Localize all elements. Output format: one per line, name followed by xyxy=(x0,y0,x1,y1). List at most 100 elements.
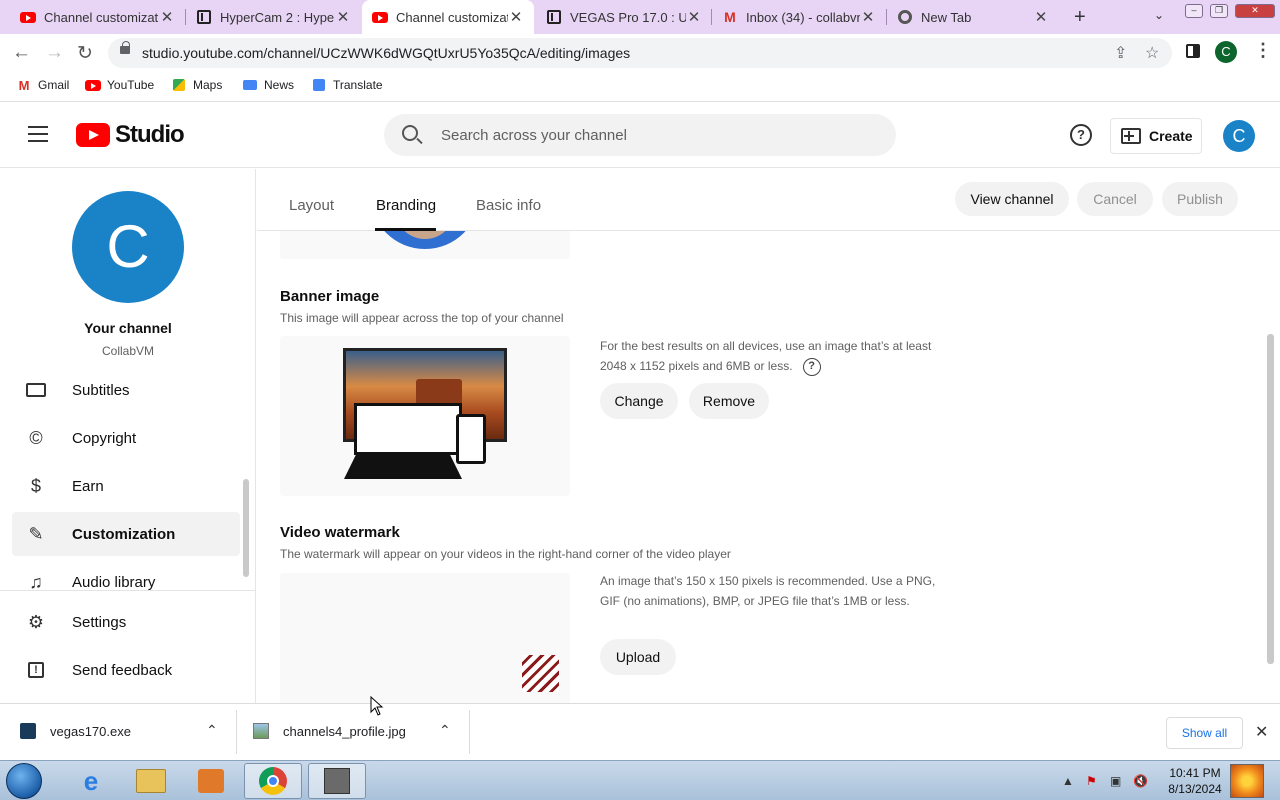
close-tab-icon[interactable]: ✕ xyxy=(686,8,702,26)
bookmark-label: News xyxy=(264,78,295,92)
lock-icon[interactable] xyxy=(120,41,130,54)
restore-icon[interactable]: ❐ xyxy=(1210,4,1228,18)
download-item[interactable]: channels4_profile.jpg xyxy=(253,723,406,739)
profile-avatar[interactable]: C xyxy=(1215,41,1237,63)
browser-tab[interactable]: M Inbox (34) - collabvm ✕ xyxy=(712,0,886,34)
close-icon[interactable]: ✕ xyxy=(1255,722,1268,742)
channel-search-input[interactable]: Search across your channel xyxy=(384,114,896,156)
browser-tab-active[interactable]: Channel customizatio ✕ xyxy=(362,0,534,34)
minimize-icon[interactable]: – xyxy=(1185,4,1203,18)
back-icon[interactable]: ← xyxy=(12,42,31,64)
magic-wand-icon: ✎ xyxy=(28,523,44,544)
reload-icon[interactable]: ↻ xyxy=(77,42,93,65)
watermark-info: An image that’s 150 x 150 pixels is reco… xyxy=(600,574,936,608)
gear-icon: ⚙ xyxy=(27,611,45,632)
sidebar-item-label: Customization xyxy=(72,525,176,543)
sidebar-item-earn[interactable]: $ Earn xyxy=(12,464,240,508)
volume-muted-icon[interactable]: 🔇 xyxy=(1133,774,1148,788)
sidebar-item-copyright[interactable]: © Copyright xyxy=(12,416,240,460)
internet-explorer-icon[interactable]: e xyxy=(62,763,120,799)
bookmark-youtube[interactable]: YouTube xyxy=(85,78,154,92)
user-picture-icon[interactable] xyxy=(1230,764,1264,798)
close-tab-icon[interactable]: ✕ xyxy=(159,8,175,26)
chevron-up-icon[interactable]: ⌃ xyxy=(439,722,451,739)
close-tab-icon[interactable]: ✕ xyxy=(508,8,524,26)
new-tab-icon[interactable]: + xyxy=(1074,6,1086,29)
forward-icon[interactable]: → xyxy=(45,42,64,64)
sidebar-item-label: Settings xyxy=(72,613,127,631)
clock[interactable]: 10:41 PM 8/13/2024 xyxy=(1160,765,1230,797)
close-tab-icon[interactable]: ✕ xyxy=(860,8,876,26)
help-icon[interactable]: ? xyxy=(1070,124,1092,146)
bookmark-news[interactable]: News xyxy=(242,78,294,92)
tab-layout[interactable]: Layout xyxy=(289,197,334,214)
gmail-icon: M xyxy=(18,77,30,93)
start-button[interactable] xyxy=(6,763,42,799)
chrome-taskbar-icon[interactable] xyxy=(244,763,302,799)
watermark-section-title: Video watermark xyxy=(280,524,400,541)
browser-tab-strip: Channel customizatio ✕ HyperCam 2 : Hype… xyxy=(0,0,1280,34)
create-label: Create xyxy=(1149,128,1193,144)
download-divider xyxy=(469,710,470,754)
cancel-button[interactable]: Cancel xyxy=(1077,182,1153,216)
remove-banner-button[interactable]: Remove xyxy=(689,383,769,419)
chrome-icon xyxy=(897,9,913,25)
bookmark-translate[interactable]: Translate xyxy=(311,78,383,92)
publish-button[interactable]: Publish xyxy=(1162,182,1238,216)
sidebar-scrollbar[interactable] xyxy=(243,479,249,577)
bookmark-gmail[interactable]: M Gmail xyxy=(16,77,70,93)
action-center-icon[interactable]: ⚑ xyxy=(1086,774,1097,788)
network-icon[interactable]: ▣ xyxy=(1110,774,1121,788)
close-window-icon[interactable]: ✕ xyxy=(1235,4,1275,18)
browser-tab[interactable]: Channel customizatio ✕ xyxy=(0,0,185,34)
mouse-cursor-icon xyxy=(370,696,384,716)
sidebar-item-settings[interactable]: ⚙ Settings xyxy=(12,600,240,644)
channel-avatar[interactable]: C xyxy=(72,191,184,303)
sidebar-item-send-feedback[interactable]: ! Send feedback xyxy=(12,648,240,692)
file-explorer-icon[interactable] xyxy=(122,763,180,799)
browser-tab[interactable]: New Tab ✕ xyxy=(887,0,1059,34)
main-scrollbar[interactable] xyxy=(1267,334,1274,664)
help-icon[interactable]: ? xyxy=(802,357,821,376)
upload-watermark-button[interactable]: Upload xyxy=(600,639,676,675)
tray-expand-icon[interactable]: ▲ xyxy=(1062,774,1074,788)
download-item[interactable]: vegas170.exe xyxy=(20,723,131,739)
studio-header: Studio Search across your channel ? Crea… xyxy=(0,102,1280,168)
close-tab-icon[interactable]: ✕ xyxy=(335,8,351,26)
banner-info-text: For the best results on all devices, use… xyxy=(600,339,932,373)
share-icon[interactable]: ⇪ xyxy=(1114,43,1127,63)
tab-title: Inbox (34) - collabvm xyxy=(746,9,860,25)
watermark-placeholder-graphic xyxy=(522,655,559,692)
sidebar-item-audio-library[interactable]: ♫ Audio library xyxy=(12,560,240,604)
search-icon[interactable] xyxy=(402,125,418,141)
chevron-up-icon[interactable]: ⌃ xyxy=(206,722,218,739)
sidebar-item-customization[interactable]: ✎ Customization xyxy=(12,512,240,556)
star-icon[interactable]: ☆ xyxy=(1145,43,1159,63)
hamburger-menu-icon[interactable] xyxy=(28,126,48,142)
menu-kebab-icon[interactable]: ⋮ xyxy=(1254,40,1272,61)
close-tab-icon[interactable]: ✕ xyxy=(1033,8,1049,26)
browser-tab[interactable]: VEGAS Pro 17.0 : Uni ✕ xyxy=(536,0,712,34)
chevron-down-icon[interactable]: ⌄ xyxy=(1154,8,1164,22)
bookmark-maps[interactable]: Maps xyxy=(171,78,222,92)
browser-tab[interactable]: HyperCam 2 : Hyperi ✕ xyxy=(176,0,361,34)
show-all-downloads-button[interactable]: Show all xyxy=(1166,717,1243,749)
view-channel-button[interactable]: View channel xyxy=(955,182,1069,216)
account-avatar[interactable]: C xyxy=(1223,120,1255,152)
youtube-icon xyxy=(372,9,388,25)
tab-branding[interactable]: Branding xyxy=(376,197,436,214)
side-panel-icon[interactable] xyxy=(1186,44,1200,58)
sidebar-item-subtitles[interactable]: Subtitles xyxy=(12,368,240,412)
subtitles-icon xyxy=(24,378,48,402)
change-banner-button[interactable]: Change xyxy=(600,383,678,419)
create-button[interactable]: Create xyxy=(1110,118,1202,154)
media-player-icon[interactable] xyxy=(182,763,240,799)
url-text[interactable]: studio.youtube.com/channel/UCzWWK6dWGQtU… xyxy=(142,45,630,61)
address-bar[interactable]: studio.youtube.com/channel/UCzWWK6dWGQtU… xyxy=(108,38,1172,68)
channel-title: Your channel xyxy=(84,320,172,336)
studio-sidebar: C Your channel CollabVM Subtitles © Copy… xyxy=(0,169,256,703)
tab-basic-info[interactable]: Basic info xyxy=(476,197,541,214)
youtube-studio-logo[interactable]: Studio xyxy=(76,121,185,149)
bookmark-label: YouTube xyxy=(107,78,155,92)
hypercam-taskbar-icon[interactable] xyxy=(308,763,366,799)
